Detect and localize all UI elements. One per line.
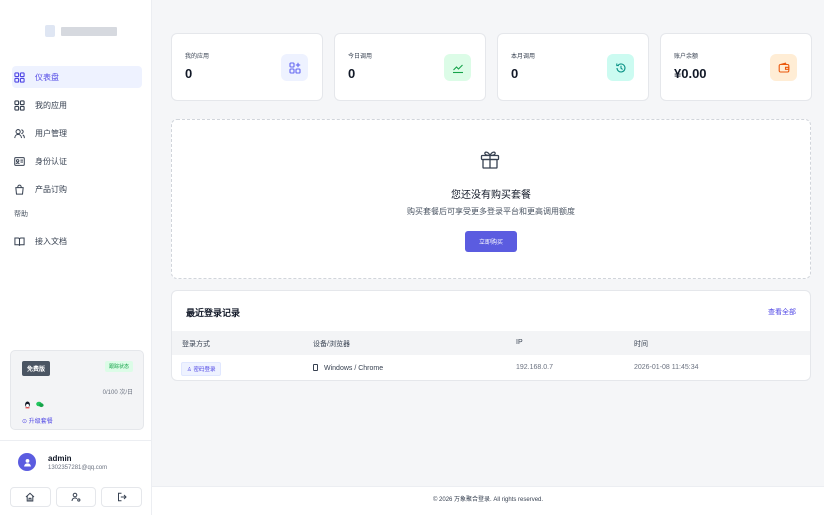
avatar <box>18 453 36 471</box>
buy-now-button[interactable]: 立即购买 <box>465 231 517 252</box>
app-logo[interactable] <box>45 24 117 38</box>
sidebar-item-label: 产品订购 <box>35 184 67 194</box>
qq-icon <box>24 401 31 411</box>
stat-label: 账户余额 <box>674 54 699 60</box>
table-row: ♙ 密码登录 Windows / Chrome 192.168.0.7 2026… <box>172 355 810 380</box>
stat-value: ¥0.00 <box>674 66 707 81</box>
stat-card-my-apps: 我的应用 0 <box>171 33 323 101</box>
user-icon <box>23 458 31 467</box>
sidebar-item-dashboard[interactable]: 仪表盘 <box>12 66 142 88</box>
apps-icon <box>288 61 301 74</box>
sidebar-item-my-apps[interactable]: 我的应用 <box>12 95 142 115</box>
sidebar-item-product-subscription[interactable]: 产品订购 <box>12 179 142 199</box>
logout-button[interactable] <box>101 487 143 507</box>
user-name: admin <box>48 453 72 463</box>
recent-logins-card: 最近登录记录 查看全部 登录方式 设备/浏览器 IP 时间 ♙ 密码登录 Win… <box>171 290 811 381</box>
stat-label: 我的应用 <box>185 54 210 60</box>
device-cell: Windows / Chrome <box>313 364 383 372</box>
stat-label: 本月调用 <box>511 54 536 60</box>
plan-card: 免费版 跟踪状态 0/100 次/日 ⊙ 升级套餐 <box>10 350 144 430</box>
book-icon <box>14 237 25 246</box>
sidebar-item-label: 接入文档 <box>35 236 67 246</box>
gift-icon <box>480 151 500 169</box>
page-footer: © 2026 万象聚合登录. All rights reserved. <box>152 486 824 515</box>
recent-logins-title: 最近登录记录 <box>186 308 241 318</box>
sidebar-item-label: 用户管理 <box>35 128 67 138</box>
sidebar-nav: 仪表盘 我的应用 用户管理 身份认证 产品订购 帮助 接入文档 <box>12 66 142 259</box>
monitor-icon <box>313 364 318 371</box>
wallet-icon <box>778 62 789 73</box>
logout-icon <box>117 492 127 502</box>
stat-value: 0 <box>348 66 356 81</box>
sidebar-item-identity-auth[interactable]: 身份认证 <box>12 151 142 171</box>
ip-cell: 192.168.0.7 <box>516 364 553 371</box>
column-header-ip: IP <box>516 339 523 346</box>
plan-status-badge: 跟踪状态 <box>104 361 133 372</box>
stat-card-today-calls: 今日调用 0 <box>334 33 486 101</box>
column-header-method: 登录方式 <box>182 341 210 348</box>
stat-card-month-calls: 本月调用 0 <box>497 33 649 101</box>
plan-platform-icons <box>24 401 44 411</box>
time-cell: 2026-01-08 11:45:34 <box>634 364 699 371</box>
home-icon <box>25 492 35 502</box>
logo-mark <box>45 25 55 37</box>
sidebar-actions <box>10 487 143 507</box>
sidebar-item-label: 我的应用 <box>35 100 67 110</box>
shopping-bag-icon <box>15 184 24 195</box>
id-card-icon <box>14 156 25 166</box>
apps-icon <box>14 99 25 111</box>
promo-subtitle: 购买套餐后可享受更多登录平台和更高调用额度 <box>407 207 575 216</box>
no-plan-promo: 您还没有购买套餐 购买套餐后可享受更多登录平台和更高调用额度 立即购买 <box>171 119 811 279</box>
user-email: 1302357281@qq.com <box>48 464 108 471</box>
user-info: admin 1302357281@qq.com <box>48 454 107 471</box>
sidebar-section-help: 帮助 <box>14 211 28 218</box>
sidebar: 仪表盘 我的应用 用户管理 身份认证 产品订购 帮助 接入文档 免费版 跟踪状态… <box>0 0 152 515</box>
sidebar-divider <box>0 440 152 441</box>
stat-label: 今日调用 <box>348 54 373 60</box>
promo-title: 您还没有购买套餐 <box>451 190 531 201</box>
column-header-time: 时间 <box>634 341 648 348</box>
users-icon <box>14 128 25 138</box>
home-button[interactable] <box>10 487 51 507</box>
trend-icon <box>452 64 463 73</box>
table-header: 登录方式 设备/浏览器 IP 时间 <box>172 331 810 355</box>
dashboard-icon <box>14 71 25 83</box>
sidebar-item-label: 仪表盘 <box>35 72 59 82</box>
user-settings-button[interactable] <box>55 487 97 507</box>
stat-icon-box <box>444 54 471 81</box>
view-all-link[interactable]: 查看全部 <box>768 307 796 317</box>
history-icon <box>615 62 626 72</box>
upgrade-plan-link[interactable]: ⊙ 升级套餐 <box>22 416 53 425</box>
logo-text-redacted <box>61 26 117 36</box>
login-method-badge: ♙ 密码登录 <box>181 362 222 376</box>
user-profile[interactable]: admin 1302357281@qq.com <box>18 453 107 471</box>
sidebar-item-label: 身份认证 <box>35 156 67 166</box>
sidebar-item-user-management[interactable]: 用户管理 <box>12 123 142 143</box>
device-text: Windows / Chrome <box>324 365 384 372</box>
stat-icon-box <box>607 54 634 81</box>
stat-card-balance: 账户余额 ¥0.00 <box>660 33 812 101</box>
user-settings-icon <box>71 492 81 502</box>
stat-value: 0 <box>511 66 519 81</box>
stat-value: 0 <box>185 66 193 81</box>
stat-icon-box <box>770 54 797 81</box>
sidebar-item-docs[interactable]: 接入文档 <box>12 231 142 251</box>
plan-quota: 0/100 次/日 <box>102 390 133 396</box>
column-header-device: 设备/浏览器 <box>313 341 350 348</box>
stat-icon-box <box>281 54 308 81</box>
wechat-icon <box>36 401 44 411</box>
plan-badge: 免费版 <box>22 361 51 376</box>
